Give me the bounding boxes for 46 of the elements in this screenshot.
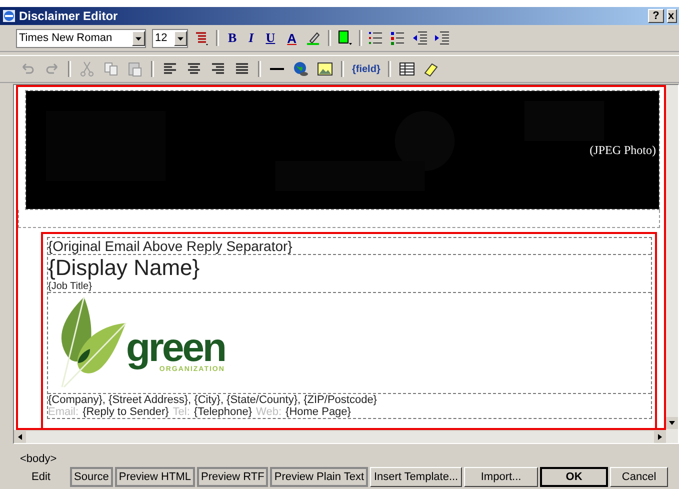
close-button[interactable]: x (667, 9, 677, 23)
vertical-scrollbar[interactable] (666, 85, 678, 443)
help-button[interactable]: ? (648, 9, 664, 23)
bullet-list-icon[interactable] (390, 30, 406, 46)
align-right-icon[interactable] (210, 61, 226, 77)
dialog-button[interactable]: Insert Template... (370, 467, 462, 487)
numbered-list-icon[interactable] (368, 30, 384, 46)
bold-button[interactable]: B (225, 30, 240, 46)
view-tab[interactable]: Preview HTML (114, 467, 195, 487)
align-left-icon[interactable] (162, 61, 178, 77)
eraser-icon[interactable] (423, 61, 440, 77)
tag-path: <body> (19, 452, 58, 467)
text-field[interactable]: {Company}, {Street Address}, {City}, {State/County}, {ZIP/Postcode} (48, 393, 651, 406)
view-tab[interactable]: Preview RTF (196, 467, 268, 487)
dialog-button[interactable]: Import... (464, 467, 538, 487)
dialog-button[interactable]: Cancel (610, 467, 668, 487)
view-tab[interactable]: Source (70, 467, 113, 487)
photo-placeholder-label: (JPEG Photo) (590, 143, 656, 158)
view-tab[interactable]: Preview Plain Text (270, 467, 368, 487)
scroll-left-icon[interactable] (14, 431, 26, 443)
outdent-icon[interactable] (412, 30, 428, 46)
scroll-down-icon[interactable] (666, 417, 678, 429)
app-icon (2, 9, 16, 23)
ok-button[interactable]: OK (540, 467, 608, 487)
window-title: Disclaimer Editor (19, 9, 118, 23)
text-field[interactable]: Email: {Reply to Sender} Tel: {Telephone} Web: {Home Page} (48, 406, 651, 418)
image-icon[interactable] (317, 61, 333, 77)
highlighter-icon[interactable] (306, 30, 322, 46)
align-center-icon[interactable] (186, 61, 202, 77)
list-style-icon[interactable] (194, 30, 210, 46)
size-dropdown[interactable]: 12 (152, 28, 188, 48)
font-color-button[interactable]: A (284, 30, 300, 46)
text-field[interactable]: {Job Title} (48, 281, 651, 293)
insert-field-button[interactable]: {field} (352, 64, 380, 74)
horizontal-scrollbar[interactable] (14, 430, 666, 443)
scroll-right-icon[interactable] (654, 431, 666, 443)
text-field[interactable]: {Display Name} (48, 255, 651, 281)
globe-icon[interactable] (293, 61, 309, 77)
indent-icon[interactable] (434, 30, 450, 46)
underline-button[interactable]: U (262, 30, 278, 46)
italic-button[interactable]: I (246, 30, 257, 46)
fill-color-icon[interactable] (336, 30, 353, 46)
table-icon[interactable] (399, 61, 416, 77)
justify-icon[interactable] (234, 61, 250, 77)
font-dropdown[interactable]: Times New Roman (16, 28, 146, 48)
text-field[interactable]: {Original Email Above Reply Separator} (48, 238, 651, 255)
